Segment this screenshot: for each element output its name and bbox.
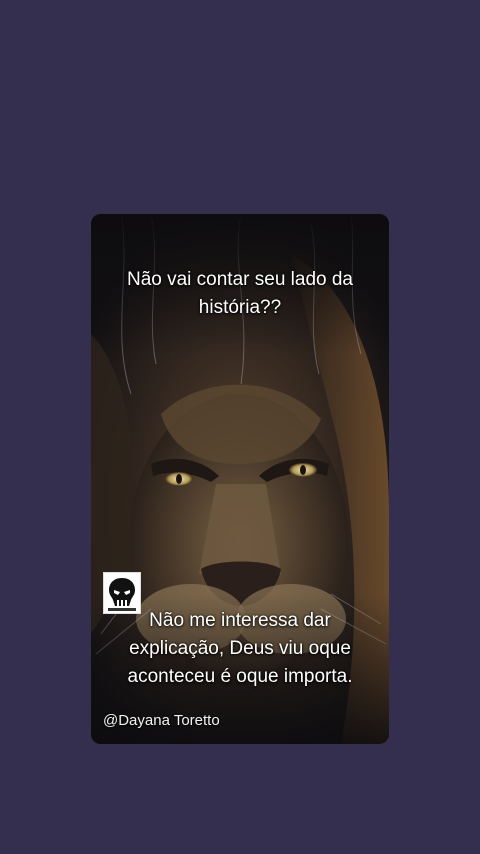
- post-card[interactable]: Não vai contar seu lado da história?? Nã…: [91, 214, 389, 744]
- author-handle[interactable]: @Dayana Toretto: [103, 712, 220, 729]
- app-screen: Não vai contar seu lado da história?? Nã…: [0, 0, 480, 854]
- top-caption: Não vai contar seu lado da história??: [126, 269, 354, 318]
- bottom-caption: Não me interessa dar explicação, Deus vi…: [127, 610, 353, 687]
